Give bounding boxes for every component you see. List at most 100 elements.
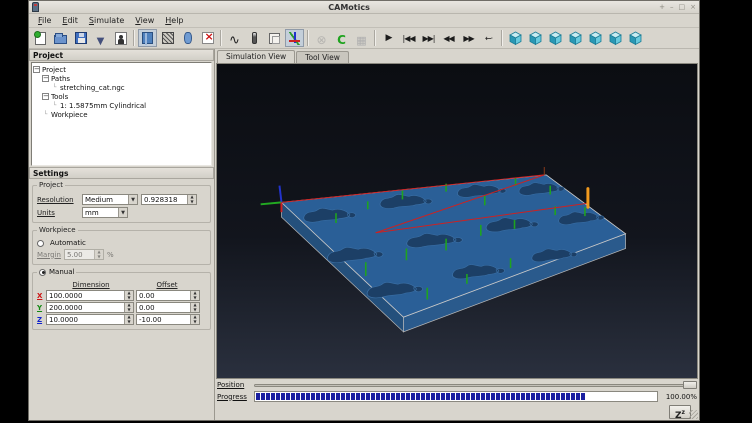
view-left-button[interactable] (566, 29, 585, 47)
show-wireframe-button[interactable] (158, 29, 177, 47)
view-front-button[interactable] (526, 29, 545, 47)
slider-handle[interactable] (683, 381, 697, 389)
resolution-value-spinbox[interactable]: 0.928318 ▲▼ (141, 194, 197, 205)
progress-segment (536, 393, 540, 400)
menu-file[interactable]: File (33, 15, 56, 26)
position-row: Position (215, 379, 699, 390)
show-surface-button[interactable] (138, 29, 157, 47)
view-front-icon (528, 31, 543, 46)
sidebar-filler (32, 333, 211, 418)
menu-view[interactable]: View (130, 15, 159, 26)
tree-item-1-1-5875mm-cylindrical[interactable]: └1: 1.5875mm Cylindrical (33, 101, 210, 110)
tab-tool-view[interactable]: Tool View (296, 51, 349, 63)
spin-buttons[interactable]: ▲▼ (187, 195, 196, 204)
simulation-viewport[interactable] (216, 63, 698, 379)
resize-grip-icon[interactable] (689, 410, 698, 419)
tree-item-label: Tools (51, 93, 68, 101)
optimize-icon (356, 29, 366, 48)
open-project-button[interactable] (51, 29, 70, 47)
progress-segment (426, 393, 430, 400)
maximize-button[interactable]: □ (679, 3, 686, 11)
units-select[interactable]: mm ▼ (82, 207, 128, 218)
spin-buttons[interactable]: ▲▼ (124, 315, 133, 324)
progress-segment (396, 393, 400, 400)
automatic-label: Automatic (50, 239, 86, 247)
tree-expander-icon[interactable]: − (42, 93, 49, 100)
z-dimension-spinbox[interactable]: 10.0000▲▼ (46, 314, 134, 325)
progress-segment (576, 393, 580, 400)
reload-button[interactable] (332, 29, 351, 47)
tree-item-project[interactable]: −Project (33, 65, 210, 74)
menu-simulate[interactable]: Simulate (84, 15, 129, 26)
automatic-radio[interactable] (37, 240, 44, 247)
view-isometric-button[interactable] (506, 29, 525, 47)
spin-buttons[interactable]: ▲▼ (124, 291, 133, 300)
y-offset-spinbox[interactable]: 0.00▲▼ (136, 302, 200, 313)
x-offset-spinbox[interactable]: 0.00▲▼ (136, 290, 200, 301)
progress-segment (501, 393, 505, 400)
main-content: Project −Project−Paths└stretching_cat.ng… (29, 49, 699, 420)
manual-radio[interactable] (39, 269, 46, 276)
x-dimension-spinbox[interactable]: 100.0000▲▼ (46, 290, 134, 301)
z-offset-spinbox[interactable]: -10.00▲▼ (136, 314, 200, 325)
step-forward-button[interactable]: ▶▶ (459, 29, 478, 47)
export-button[interactable] (91, 29, 110, 47)
new-project-button[interactable] (31, 29, 50, 47)
seek-position-button[interactable]: ←· (479, 29, 498, 47)
title-bar[interactable]: CAMotics + – □ × (29, 1, 699, 14)
progress-segment (561, 393, 565, 400)
show-bounds-button[interactable] (265, 29, 284, 47)
view-bottom-icon (628, 31, 643, 46)
skip-to-start-button[interactable]: |◀◀ (399, 29, 418, 47)
show-workpiece-button[interactable] (178, 29, 197, 47)
step-back-button[interactable]: ◀◀ (439, 29, 458, 47)
optimize-button[interactable] (352, 29, 371, 47)
stop-button[interactable] (312, 29, 331, 47)
tree-item-workpiece[interactable]: └Workpiece (33, 110, 210, 119)
close-button[interactable]: × (690, 3, 696, 11)
show-tool-button[interactable] (245, 29, 264, 47)
zz-button[interactable]: Zz (669, 405, 691, 419)
settings-panel-header: Settings (29, 167, 214, 179)
tree-item-tools[interactable]: −Tools (33, 92, 210, 101)
progress-segment (446, 393, 450, 400)
resolution-select[interactable]: Medium ▼ (82, 194, 138, 205)
minimize-button[interactable]: – (670, 3, 674, 11)
margin-spinbox[interactable]: 5.00 ▲▼ (64, 249, 104, 260)
window-controls: + – □ × (659, 3, 696, 11)
view-back-button[interactable] (546, 29, 565, 47)
clear-surface-button[interactable] (198, 29, 217, 47)
view-right-button[interactable] (586, 29, 605, 47)
y-dimension-spinbox[interactable]: 200.0000▲▼ (46, 302, 134, 313)
show-axes-button[interactable] (285, 29, 304, 47)
spin-buttons[interactable]: ▲▼ (94, 250, 103, 259)
spin-buttons[interactable]: ▲▼ (190, 291, 199, 300)
skip-to-end-button[interactable]: ▶▶| (419, 29, 438, 47)
menu-help[interactable]: Help (160, 15, 188, 26)
tree-expander-icon[interactable]: − (33, 66, 40, 73)
play-button[interactable]: ▶ (379, 29, 398, 47)
project-tree[interactable]: −Project−Paths└stretching_cat.ngc−Tools└… (31, 62, 212, 166)
spin-buttons[interactable]: ▲▼ (190, 303, 199, 312)
chevron-down-icon[interactable]: ▼ (118, 208, 127, 217)
show-toolpath-button[interactable] (225, 29, 244, 47)
pin-button[interactable]: + (659, 3, 665, 11)
view-bottom-button[interactable] (626, 29, 645, 47)
progress-segment (291, 393, 295, 400)
tool-table-button[interactable] (111, 29, 130, 47)
tree-item-stretching-cat-ngc[interactable]: └stretching_cat.ngc (33, 83, 210, 92)
tree-item-paths[interactable]: −Paths (33, 74, 210, 83)
menu-edit[interactable]: Edit (57, 15, 83, 26)
progress-segment (376, 393, 380, 400)
tree-expander-icon[interactable]: − (42, 75, 49, 82)
progress-segment (346, 393, 350, 400)
position-slider[interactable] (254, 381, 697, 389)
project-panel-header: Project (29, 49, 214, 61)
statusbar: Zz (215, 403, 699, 420)
view-top-button[interactable] (606, 29, 625, 47)
tab-simulation-view[interactable]: Simulation View (217, 50, 295, 63)
save-project-button[interactable] (71, 29, 90, 47)
spin-buttons[interactable]: ▲▼ (124, 303, 133, 312)
chevron-down-icon[interactable]: ▼ (128, 195, 137, 204)
spin-buttons[interactable]: ▲▼ (190, 315, 199, 324)
